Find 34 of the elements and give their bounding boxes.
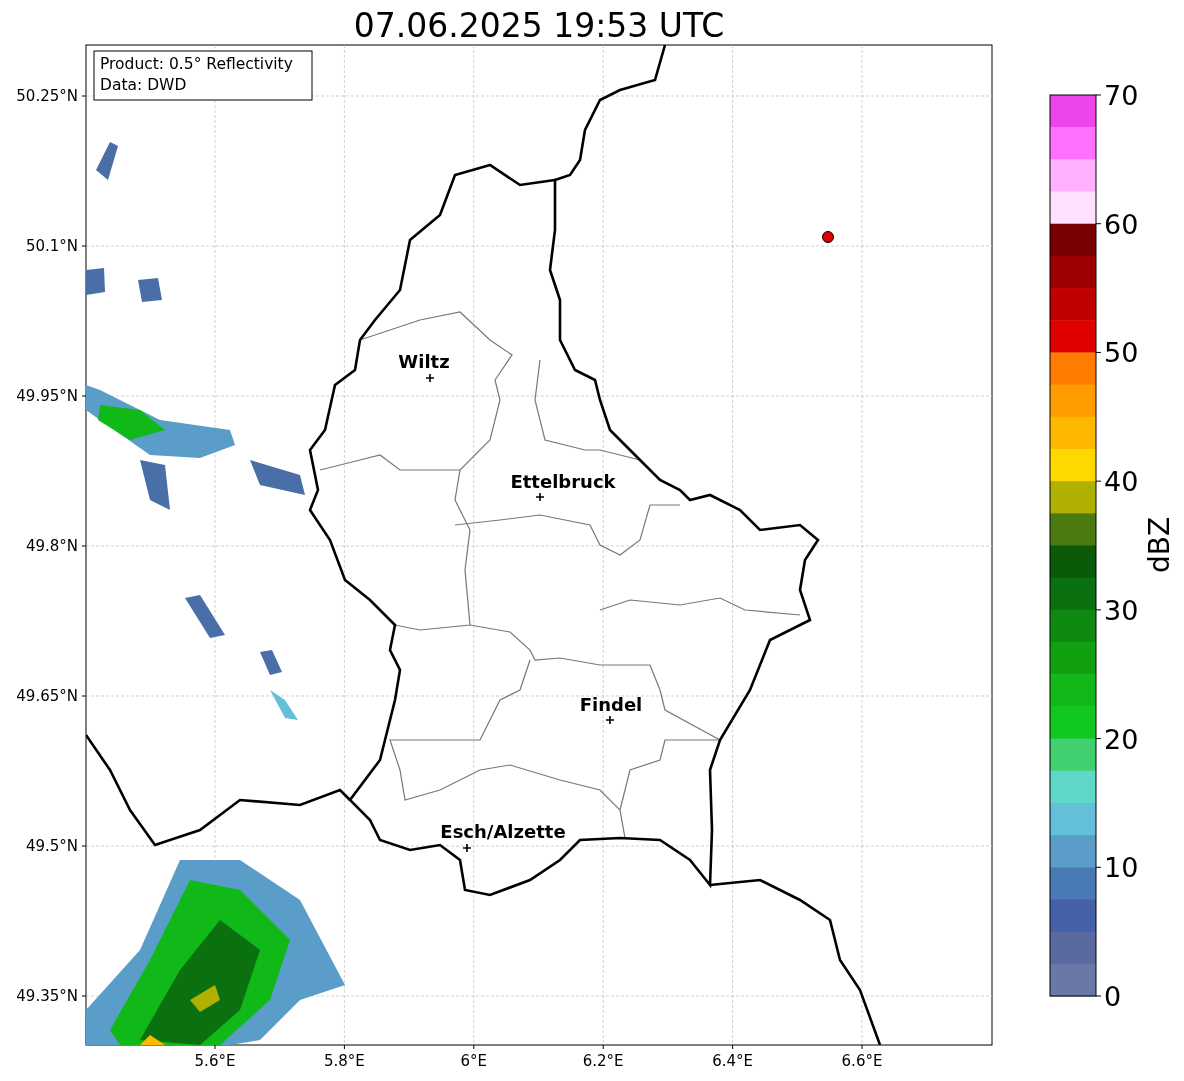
colorbar-tick-label: 30 <box>1104 594 1139 626</box>
latitude-label: 49.95°N <box>16 387 78 405</box>
colorbar-tick-label: 0 <box>1104 981 1122 1012</box>
city-label: Wiltz <box>398 351 450 372</box>
city-marker-icon <box>605 715 615 725</box>
latitude-label: 49.5°N <box>25 837 78 855</box>
latitude-label: 49.8°N <box>25 537 78 555</box>
longitude-label: 6.2°E <box>582 1052 624 1070</box>
colorbar-tick-label: 70 <box>1104 80 1139 111</box>
city-marker-icon <box>425 373 435 383</box>
longitude-label: 6.4°E <box>712 1052 753 1070</box>
city-label: Ettelbruck <box>510 471 616 492</box>
longitude-label: 6.6°E <box>841 1052 883 1070</box>
colorbar-tick-label: 40 <box>1104 466 1139 498</box>
info-text: Data: DWD <box>100 76 187 94</box>
longitude-label: 5.6°E <box>194 1052 236 1070</box>
colorbar-title: dBZ <box>1143 516 1176 574</box>
colorbar-tick-label: 60 <box>1104 208 1139 240</box>
chart-title: 07.06.2025 19:53 UTC <box>353 6 725 45</box>
latitude-label: 49.65°N <box>16 687 78 705</box>
location-dot <box>822 231 834 243</box>
city-label: Esch/Alzette <box>440 821 566 842</box>
longitude-label: 5.8°E <box>324 1052 365 1070</box>
latitude-label: 50.25°N <box>16 87 78 105</box>
info-text: Product: 0.5° Reflectivity <box>100 55 293 73</box>
latitude-label: 49.35°N <box>16 987 78 1005</box>
city-label: Findel <box>579 694 643 715</box>
latitude-label: 50.1°N <box>25 237 78 255</box>
colorbar-tick-label: 20 <box>1104 723 1139 755</box>
longitude-label: 6°E <box>460 1052 488 1070</box>
colorbar-tick-label: 50 <box>1104 337 1139 369</box>
city-marker-icon <box>462 843 472 853</box>
city-marker-icon <box>535 492 545 502</box>
colorbar-tick-label: 10 <box>1104 852 1139 884</box>
